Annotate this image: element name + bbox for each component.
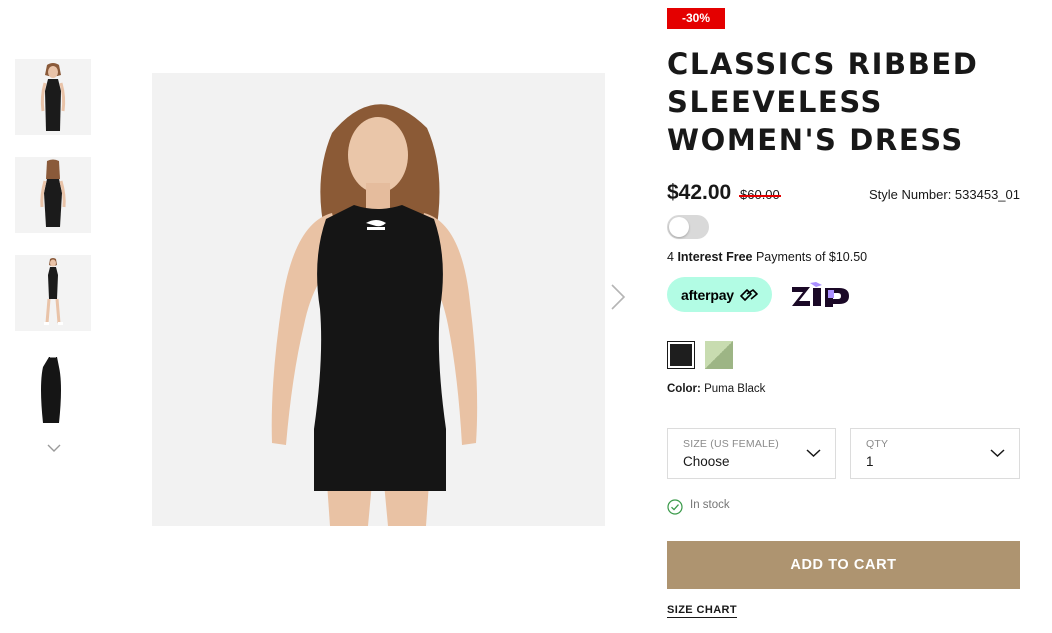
thumbnail-list [15, 59, 91, 451]
interest-suffix: Payments of $10.50 [752, 250, 868, 264]
price-toggle[interactable] [667, 215, 709, 239]
quantity-select[interactable]: QTY 1 [850, 428, 1020, 479]
interest-prefix: 4 [667, 250, 678, 264]
price-row: $42.00 $60.00 Style Number: 533453_01 [667, 181, 1020, 207]
quantity-select-label: QTY [866, 438, 889, 450]
next-image-arrow-icon[interactable] [609, 283, 627, 311]
thumbnail-dress-flat[interactable] [15, 353, 91, 429]
size-chart-link[interactable]: SIZE CHART [667, 604, 737, 618]
afterpay-label: afterpay [681, 287, 734, 303]
chevron-down-icon [990, 449, 1005, 458]
selected-color: Puma Black [704, 383, 766, 395]
afterpay-button[interactable]: afterpay [667, 277, 772, 312]
zip-logo[interactable] [790, 282, 860, 308]
color-swatch-green[interactable] [705, 341, 733, 369]
thumbnail-image [15, 255, 91, 331]
check-circle-icon [667, 499, 683, 515]
toggle-knob [669, 217, 689, 237]
quantity-select-value: 1 [866, 454, 874, 469]
thumbnail-dress-front[interactable] [15, 59, 91, 135]
chevron-down-icon [806, 449, 821, 458]
add-to-cart-button[interactable]: ADD TO CART [667, 541, 1020, 589]
thumbnail-dress-back[interactable] [15, 157, 91, 233]
size-select-value: Choose [683, 454, 730, 469]
discount-badge: -30% [667, 8, 725, 29]
size-select[interactable]: SIZE (US FEMALE) Choose [667, 428, 836, 479]
interest-bold: Interest Free [677, 250, 753, 264]
thumbnail-image [15, 157, 91, 233]
original-price: $60.00 [739, 187, 781, 202]
thumbnails-scroll-down-icon[interactable] [46, 442, 62, 454]
product-title: CLASSICS RIBBED SLEEVELESS WOMEN'S DRESS [667, 47, 979, 157]
stock-label: In stock [690, 499, 730, 511]
main-product-image[interactable] [152, 73, 605, 526]
thumbnail-dress-full-body[interactable] [15, 255, 91, 331]
interest-free-text: 4 Interest Free Payments of $10.50 [667, 250, 867, 264]
size-select-label: SIZE (US FEMALE) [683, 438, 779, 450]
afterpay-arrows-icon [740, 289, 758, 301]
style-number: Style Number: 533453_01 [868, 187, 1020, 202]
thumbnail-image [15, 353, 91, 429]
color-label: Color: Puma Black [667, 383, 765, 395]
sale-price: $42.00 [667, 181, 732, 204]
product-photo [152, 73, 605, 526]
color-label-key: Color: [667, 383, 701, 395]
thumbnail-image [15, 59, 91, 135]
color-swatch-black[interactable] [667, 341, 695, 369]
